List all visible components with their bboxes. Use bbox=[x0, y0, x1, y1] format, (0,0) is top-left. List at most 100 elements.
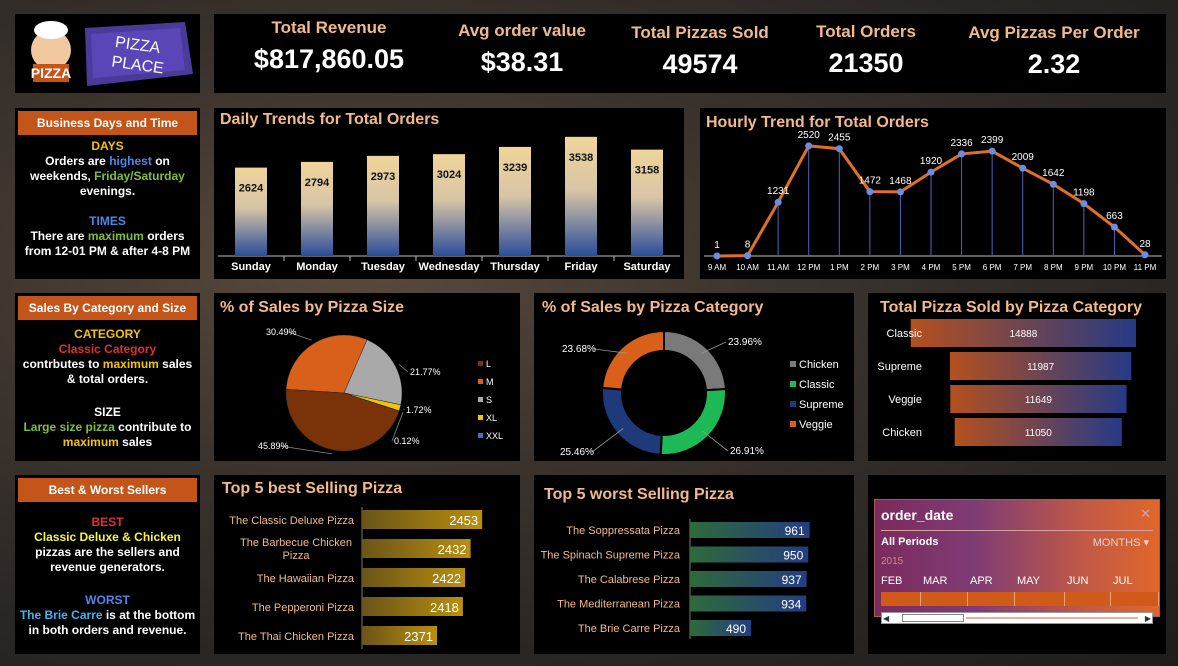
worst-highlight: The Brie Carre bbox=[19, 608, 103, 622]
category-slice-chicken[interactable] bbox=[663, 329, 727, 392]
times-text: There are bbox=[30, 229, 88, 243]
top5-best-title: Top 5 best Selling Pizza bbox=[222, 480, 403, 497]
sold-by-category-title: Total Pizza Sold by Pizza Category bbox=[880, 299, 1142, 316]
best-highlight: Classic Deluxe & Chicken bbox=[34, 530, 181, 544]
order-date-slicer[interactable]: order_date ✕ All Periods MONTHS ▾ 2015 F… bbox=[874, 499, 1160, 624]
hourly-point[interactable] bbox=[1080, 200, 1088, 208]
top5-best-panel: Top 5 best Selling Pizza 2453 The Classic… bbox=[214, 475, 520, 654]
daily-tick-label: Friday bbox=[564, 261, 598, 273]
sold-by-category-value: 11649 bbox=[1025, 395, 1053, 406]
slicer-month-may[interactable]: MAY bbox=[1017, 575, 1040, 587]
hourly-point[interactable] bbox=[805, 142, 813, 150]
slicer-timeline-segment[interactable] bbox=[1111, 592, 1159, 606]
slicer-timeline-segment[interactable] bbox=[968, 592, 1015, 606]
category-leader-line bbox=[702, 430, 729, 452]
scroll-thumb[interactable] bbox=[902, 614, 964, 622]
sales-by-category-title: % of Sales by Pizza Category bbox=[542, 299, 764, 316]
hourly-tick-label: 1 PM bbox=[830, 263, 849, 272]
size-text: contribute to bbox=[114, 420, 192, 434]
kpi-total-orders: Total Orders 21350 bbox=[786, 22, 946, 79]
clear-filter-icon[interactable]: ✕ bbox=[1140, 506, 1151, 522]
days-highlight: Friday/Saturday bbox=[94, 169, 185, 183]
top5-worst-title: Top 5 worst Selling Pizza bbox=[544, 486, 734, 503]
top5-label: The Classic Deluxe Pizza bbox=[229, 515, 355, 527]
top5-worst-panel: Top 5 worst Selling Pizza 961 The Soppres… bbox=[534, 475, 854, 654]
size-heading: SIZE bbox=[94, 405, 121, 419]
size-leader-line bbox=[398, 364, 409, 373]
slicer-timeline-segment[interactable] bbox=[881, 592, 921, 606]
hourly-point[interactable] bbox=[835, 145, 843, 153]
kpi-avg-pizzas-per-order: Avg Pizzas Per Order 2.32 bbox=[954, 23, 1154, 80]
best-heading: BEST bbox=[91, 515, 124, 529]
slicer-month-mar[interactable]: MAR bbox=[923, 575, 947, 587]
hourly-point[interactable] bbox=[744, 252, 752, 260]
hourly-point[interactable] bbox=[1049, 180, 1057, 188]
slicer-timeline-segment[interactable] bbox=[1065, 592, 1111, 606]
hourly-point[interactable] bbox=[1141, 251, 1149, 259]
slicer-scrollbar[interactable]: ◀ ▶ bbox=[881, 612, 1153, 624]
size-legend-swatch bbox=[478, 379, 483, 384]
hourly-point[interactable] bbox=[866, 188, 874, 196]
hourly-data-label: 2009 bbox=[1012, 152, 1035, 163]
category-data-label: 23.68% bbox=[562, 344, 596, 355]
hourly-point[interactable] bbox=[927, 168, 935, 176]
daily-trends-chart: 2624 Sunday 2794 Monday 2973 Tuesday 3024 Wedne… bbox=[218, 136, 680, 273]
hourly-data-label: 1472 bbox=[859, 176, 882, 187]
hourly-point[interactable] bbox=[988, 147, 996, 155]
daily-bar-label: 3538 bbox=[569, 152, 593, 164]
hourly-tick-label: 9 PM bbox=[1075, 263, 1094, 272]
hourly-point[interactable] bbox=[896, 188, 904, 196]
slicer-month-feb[interactable]: FEB bbox=[881, 575, 902, 587]
scroll-right-icon[interactable]: ▶ bbox=[1145, 614, 1151, 623]
hourly-tick-label: 3 PM bbox=[891, 263, 910, 272]
kpi-value: $38.31 bbox=[480, 47, 564, 77]
size-data-label: 21.77% bbox=[410, 367, 441, 377]
hourly-point[interactable] bbox=[958, 150, 966, 158]
top5-label: Pizza bbox=[283, 550, 311, 562]
size-legend-swatch bbox=[478, 397, 483, 402]
hourly-point[interactable] bbox=[774, 198, 782, 206]
kpi-label: Avg order value bbox=[458, 21, 586, 40]
sold-by-category-panel: Total Pizza Sold by Pizza Category 14888… bbox=[868, 293, 1166, 461]
size-legend-label: XL bbox=[486, 413, 497, 423]
hourly-tick-label: 7 PM bbox=[1013, 263, 1032, 272]
hourly-data-label: 1920 bbox=[920, 156, 943, 167]
category-legend-label: Classic bbox=[799, 379, 835, 391]
sold-by-category-chart: 14888 Classic 11987 Supreme 11649 Veggie 11050… bbox=[877, 319, 1136, 446]
times-heading: TIMES bbox=[89, 214, 126, 228]
kpi-label: Total Orders bbox=[816, 22, 916, 41]
info-category-size: Sales By Category and Size CATEGORY Clas… bbox=[15, 293, 200, 461]
sales-by-size-title: % of Sales by Pizza Size bbox=[220, 299, 405, 316]
slicer-timeline-segment[interactable] bbox=[1015, 592, 1065, 606]
slicer-month-jun[interactable]: JUN bbox=[1067, 575, 1088, 587]
category-slice-supreme[interactable] bbox=[601, 386, 663, 456]
sales-by-category-chart: 23.96% 26.91% 25.46% 23.68% Chicken Classic Su… bbox=[560, 329, 844, 458]
hourly-tick-label: 4 PM bbox=[922, 263, 941, 272]
hourly-point[interactable] bbox=[1019, 164, 1027, 172]
category-slice-classic[interactable] bbox=[659, 387, 727, 456]
slicer-month-jul[interactable]: JUL bbox=[1113, 575, 1133, 587]
worst5-label: The Brie Carre Pizza bbox=[578, 623, 681, 635]
worst5-label: The Soppressata Pizza bbox=[566, 525, 681, 537]
info-category: CATEGORY Classic Category contrbutes to … bbox=[19, 327, 196, 387]
slicer-month-apr[interactable]: APR bbox=[970, 575, 993, 587]
daily-bar-label: 3158 bbox=[635, 165, 659, 177]
top5-value: 2371 bbox=[404, 629, 433, 644]
slicer-time-level-dropdown[interactable]: MONTHS ▾ bbox=[1093, 536, 1149, 549]
best-text: pizzas are the sellers and revenue gener… bbox=[35, 545, 180, 574]
category-legend-swatch bbox=[790, 361, 796, 367]
daily-tick-label: Thursday bbox=[490, 261, 540, 273]
sold-by-category-label: Chicken bbox=[882, 427, 922, 439]
hourly-tick-label: 9 AM bbox=[708, 263, 727, 272]
scroll-left-icon[interactable]: ◀ bbox=[883, 614, 889, 623]
slicer-timeline-segment[interactable] bbox=[921, 592, 968, 606]
daily-bar[interactable] bbox=[235, 167, 267, 256]
size-data-label: 45.89% bbox=[258, 441, 289, 451]
category-slice-veggie[interactable] bbox=[601, 329, 665, 391]
daily-bar-label: 3024 bbox=[437, 169, 462, 181]
category-legend-label: Chicken bbox=[799, 359, 839, 371]
hourly-point[interactable] bbox=[1110, 223, 1118, 231]
top5-label: The Hawaiian Pizza bbox=[257, 573, 355, 585]
hourly-point[interactable] bbox=[713, 252, 721, 260]
size-legend-swatch bbox=[478, 433, 483, 438]
